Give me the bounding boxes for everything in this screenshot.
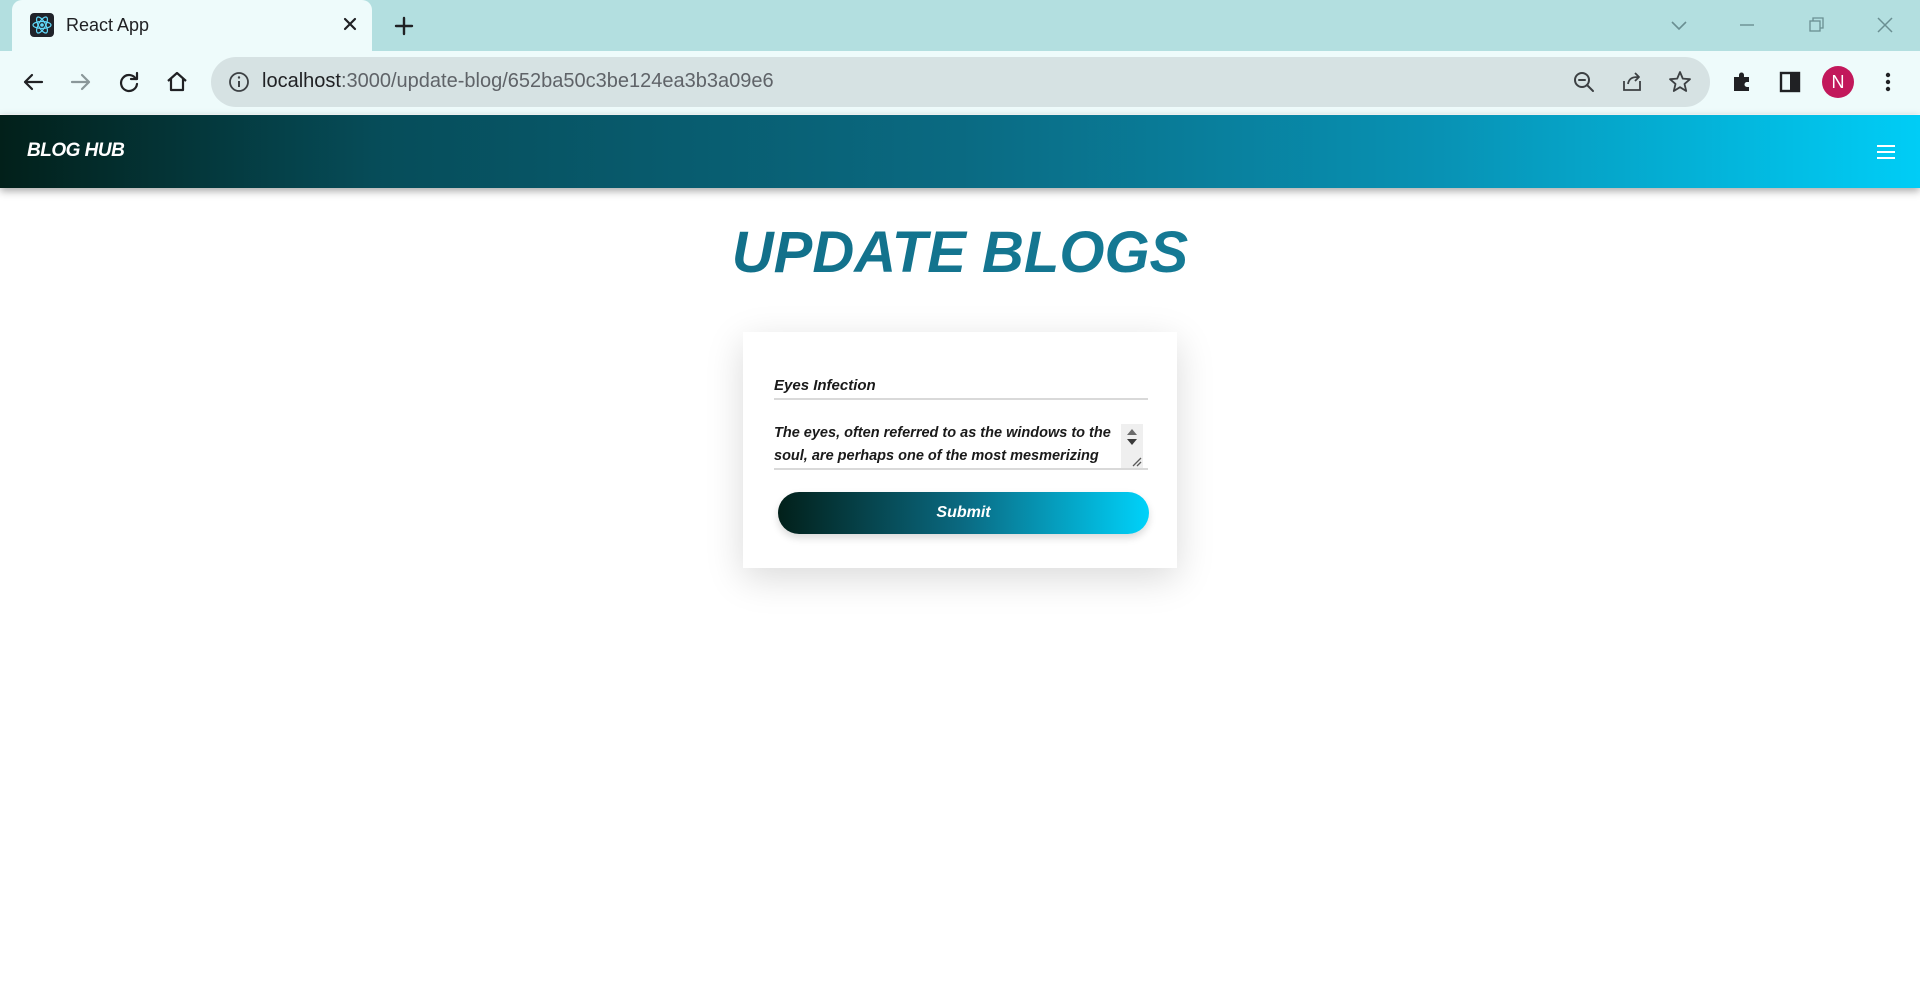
url-host: localhost: [262, 70, 341, 92]
address-bar[interactable]: localhost:3000/update-blog/652ba50c3be12…: [211, 57, 1710, 107]
blog-description-textarea[interactable]: The eyes, often referred to as the windo…: [774, 422, 1148, 470]
side-panel-icon[interactable]: [1776, 68, 1804, 96]
browser-tab[interactable]: React App: [12, 0, 372, 51]
brand-logo[interactable]: BLOG HUB: [27, 140, 125, 162]
hamburger-menu-icon[interactable]: [1874, 142, 1898, 162]
submit-button[interactable]: Submit: [778, 492, 1149, 534]
blog-title-input[interactable]: [774, 372, 1148, 400]
restore-icon[interactable]: [1801, 10, 1831, 40]
tab-title: React App: [66, 15, 150, 35]
tab-search-chevron-icon[interactable]: [1664, 10, 1694, 40]
url-text[interactable]: localhost:3000/update-blog/652ba50c3be12…: [262, 70, 774, 93]
zoom-out-icon[interactable]: [1571, 69, 1597, 95]
react-logo-icon: [30, 13, 54, 37]
close-tab-icon[interactable]: [338, 12, 362, 36]
forward-icon[interactable]: [66, 67, 96, 97]
app-navbar: BLOG HUB: [0, 115, 1920, 188]
url-path: :3000/update-blog/652ba50c3be124ea3b3a09…: [340, 70, 774, 92]
page-title: UPDATE BLOGS: [0, 219, 1920, 286]
back-icon[interactable]: [18, 67, 48, 97]
browser-tab-strip: React App: [0, 0, 1920, 51]
update-blog-form: The eyes, often referred to as the windo…: [743, 332, 1177, 568]
home-icon[interactable]: [162, 67, 192, 97]
minimize-icon[interactable]: [1732, 10, 1762, 40]
extensions-puzzle-icon[interactable]: [1728, 68, 1756, 96]
textarea-scroll-control[interactable]: [1121, 424, 1143, 468]
bookmark-star-icon[interactable]: [1667, 69, 1693, 95]
browser-toolbar: localhost:3000/update-blog/652ba50c3be12…: [0, 51, 1920, 114]
new-tab-icon[interactable]: [390, 12, 418, 40]
close-window-icon[interactable]: [1870, 10, 1900, 40]
share-icon[interactable]: [1619, 69, 1645, 95]
reload-icon[interactable]: [114, 67, 144, 97]
profile-avatar[interactable]: N: [1822, 66, 1854, 98]
more-menu-icon[interactable]: [1874, 68, 1902, 96]
site-info-icon[interactable]: [227, 70, 251, 94]
